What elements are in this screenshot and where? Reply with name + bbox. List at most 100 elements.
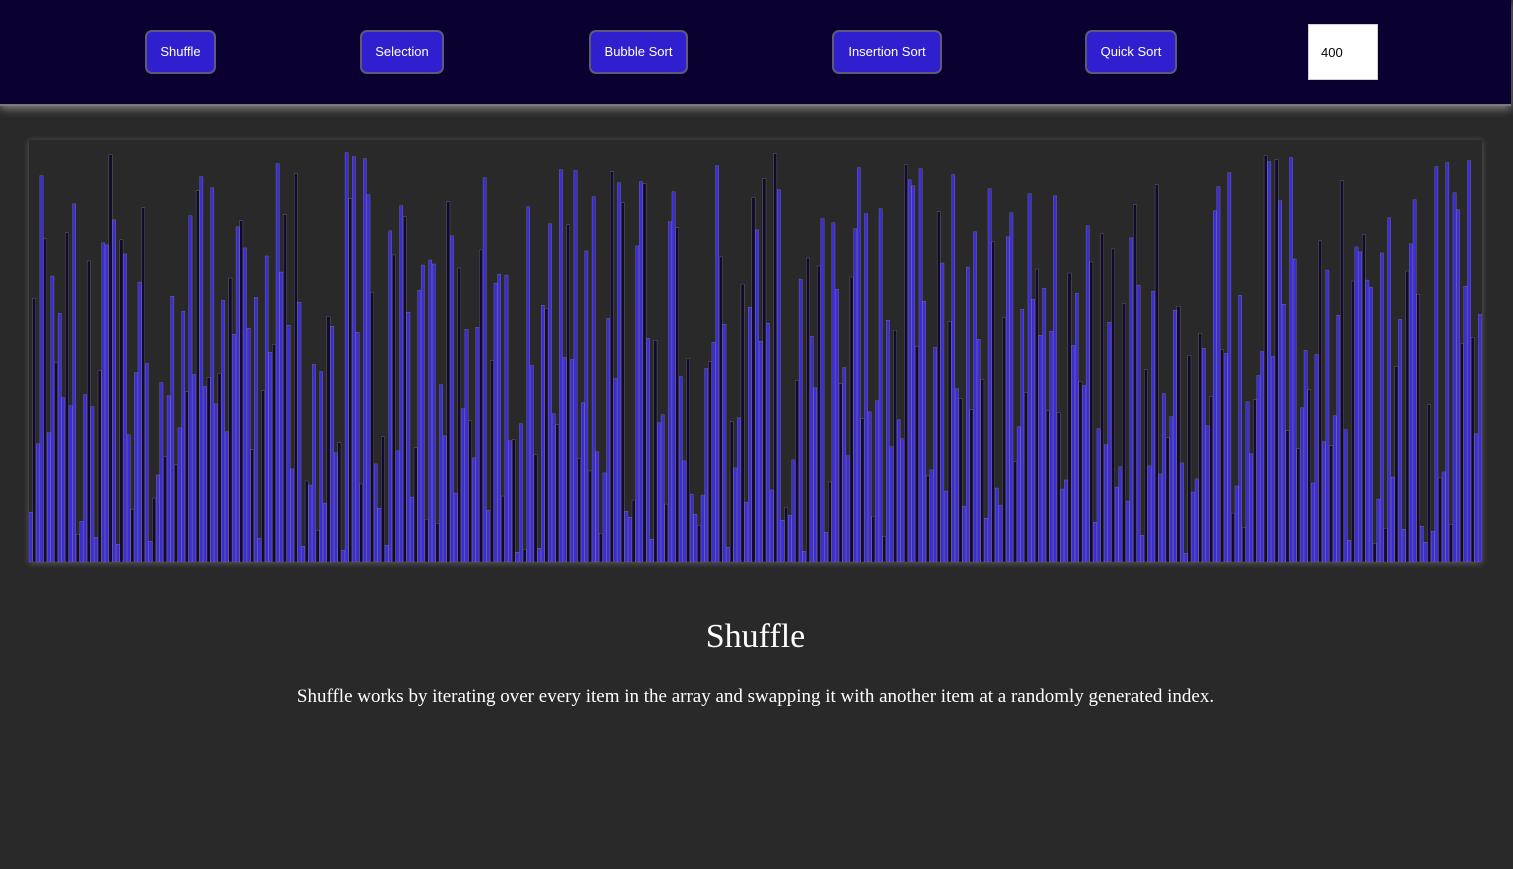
array-bar <box>304 480 309 562</box>
array-bar <box>83 394 87 562</box>
array-bar <box>61 397 66 562</box>
array-bar <box>537 548 541 562</box>
array-bar <box>119 239 124 562</box>
array-bar <box>1125 500 1130 562</box>
array-bar <box>704 368 709 562</box>
array-bar <box>610 171 614 562</box>
array-bar <box>254 296 258 562</box>
array-bar <box>1075 292 1079 562</box>
array-bar <box>1343 429 1348 562</box>
array-bar <box>1089 261 1094 562</box>
array-bar <box>1470 337 1475 562</box>
array-bar <box>1369 286 1373 562</box>
array-bar <box>1427 404 1431 562</box>
array-bar <box>548 223 552 562</box>
array-bar <box>580 402 585 562</box>
array-bar <box>504 274 509 562</box>
array-bar <box>290 468 294 562</box>
array-bar <box>170 295 175 562</box>
array-bar <box>773 153 778 562</box>
array-bar <box>214 403 218 562</box>
array-bar <box>1107 322 1112 562</box>
array-bar <box>341 550 345 562</box>
array-bar <box>1332 415 1337 562</box>
algorithm-title: Shuffle <box>705 618 806 655</box>
array-bar <box>602 472 607 562</box>
array-bar <box>1096 428 1101 562</box>
array-bar <box>530 365 534 562</box>
array-bar <box>424 518 429 562</box>
shuffle-button[interactable]: Shuffle <box>145 30 216 74</box>
array-bar <box>1434 166 1439 562</box>
array-bar <box>493 282 498 562</box>
array-bar <box>123 253 127 562</box>
array-bar <box>897 419 901 562</box>
array-bar <box>1405 270 1410 562</box>
array-bar <box>36 443 40 562</box>
array-bar <box>1078 381 1083 562</box>
array-bar <box>163 456 167 562</box>
array-bar <box>225 431 229 562</box>
array-bar <box>1093 522 1097 562</box>
array-bar <box>203 386 207 562</box>
array-bar <box>130 508 135 562</box>
array-bar <box>1285 430 1290 562</box>
array-bar <box>402 216 407 562</box>
array-bar <box>871 515 876 562</box>
selection-sort-button[interactable]: Selection <box>360 30 444 74</box>
array-bar <box>795 380 799 562</box>
array-bar <box>639 181 643 562</box>
array-bar <box>584 250 589 562</box>
array-bar <box>155 474 160 562</box>
array-bar <box>751 197 756 562</box>
array-bar <box>813 387 817 562</box>
array-bar <box>79 520 84 562</box>
array-bar <box>1242 527 1246 562</box>
array-size-input[interactable] <box>1308 24 1378 80</box>
array-bar <box>1325 269 1330 562</box>
array-bar <box>962 505 966 562</box>
array-bar <box>922 301 926 562</box>
array-bar <box>697 525 701 562</box>
array-bar <box>755 229 759 562</box>
array-bar <box>668 221 672 562</box>
array-bar <box>1441 471 1446 562</box>
array-bar <box>1329 445 1333 562</box>
array-bar <box>1056 412 1061 562</box>
array-bar <box>947 321 952 562</box>
array-bar <box>671 191 676 562</box>
array-bar <box>573 170 578 562</box>
array-bar <box>657 422 661 562</box>
array-bar <box>620 202 625 562</box>
array-bar <box>1114 486 1119 562</box>
quick-sort-button[interactable]: Quick Sort <box>1085 30 1177 74</box>
array-bar <box>860 418 865 562</box>
insertion-sort-button[interactable]: Insertion Sort <box>832 30 942 74</box>
array-bar <box>250 449 254 562</box>
array-bar <box>929 469 934 562</box>
array-bar <box>421 264 425 562</box>
array-bar <box>1358 251 1362 562</box>
bubble-sort-button[interactable]: Bubble Sort <box>589 30 688 74</box>
array-bar <box>1104 444 1108 562</box>
array-bar <box>1249 453 1253 562</box>
array-bar <box>522 549 527 562</box>
array-bar <box>686 358 690 562</box>
array-bar <box>784 506 788 562</box>
array-bar <box>1253 399 1257 562</box>
array-bar <box>1016 426 1021 562</box>
array-bar <box>192 374 196 562</box>
array-bar <box>631 499 636 562</box>
array-bar <box>373 463 378 562</box>
array-bar <box>1322 441 1326 562</box>
array-bar <box>1045 410 1050 562</box>
array-bar <box>279 271 284 562</box>
array-bar <box>330 326 334 562</box>
array-bar <box>1180 462 1184 562</box>
array-bar <box>842 367 847 562</box>
array-bar <box>152 497 156 562</box>
array-bar <box>1263 155 1268 562</box>
array-bar <box>936 211 941 562</box>
array-bar <box>719 256 723 562</box>
array-bar <box>646 338 650 562</box>
